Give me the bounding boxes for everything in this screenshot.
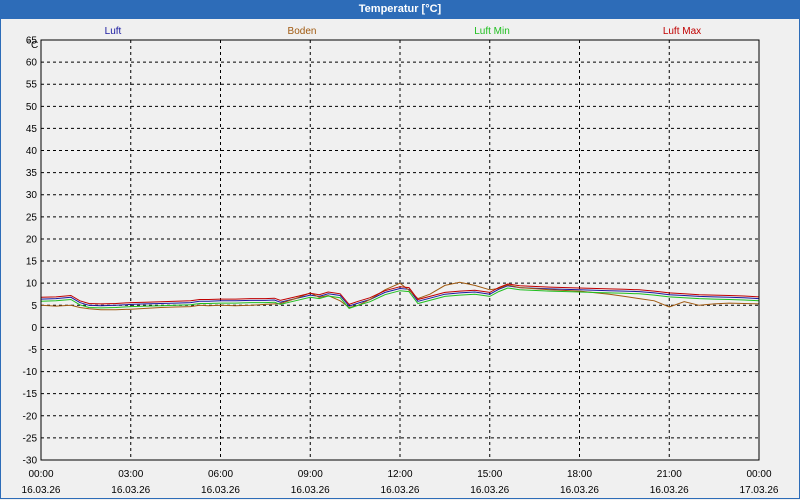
y-axis-unit: °C [27,40,38,51]
y-tick-label: -10 [23,367,38,378]
y-tick-label: 40 [26,146,38,157]
x-tick-time: 18:00 [567,469,592,480]
legend-item-boden: Boden [288,26,317,37]
x-tick-time: 09:00 [298,469,323,480]
temperature-chart: 65605550454035302520151050-5-10-15-20-25… [22,26,779,496]
x-tick-date: 16.03.26 [650,485,689,496]
y-tick-label: 55 [26,80,38,91]
x-tick-date: 16.03.26 [291,485,330,496]
y-tick-label: 35 [26,168,38,179]
legend-item-luft-min: Luft Min [474,26,510,37]
y-tick-label: 0 [31,323,37,334]
grid [41,39,759,460]
x-tick-time: 00:00 [28,469,53,480]
legend: Luft Boden Luft Min Luft Max [105,26,702,37]
y-tick-label: 50 [26,102,38,113]
x-tick-time: 21:00 [657,469,682,480]
y-tick-label: 60 [26,58,38,69]
y-tick-label: 30 [26,190,38,201]
x-tick-date: 16.03.26 [470,485,509,496]
x-tick-date: 17.03.26 [740,485,779,496]
x-tick-time: 03:00 [118,469,143,480]
y-tick-label: 25 [26,212,38,223]
y-tick-label: -30 [23,456,38,467]
y-tick-label: 45 [26,124,38,135]
y-axis-labels: 65605550454035302520151050-5-10-15-20-25… [23,36,38,467]
x-tick-time: 00:00 [746,469,771,480]
y-tick-label: 5 [31,301,37,312]
x-tick-date: 16.03.26 [381,485,420,496]
legend-item-luft-max: Luft Max [663,26,701,37]
x-axis-labels: 00:00 16.03.26 03:00 16.03.26 06:00 16.03.26 0… [22,469,779,496]
y-tick-label: -15 [23,389,38,400]
series-line-luft [40,285,760,307]
y-tick-label: -20 [23,411,38,422]
x-tick-time: 15:00 [477,469,502,480]
y-tick-label: -5 [28,345,37,356]
y-tick-label: 20 [26,234,38,245]
x-tick-date: 16.03.26 [201,485,240,496]
y-tick-label: 15 [26,257,38,268]
x-tick-time: 12:00 [387,469,412,480]
x-tick-date: 16.03.26 [560,485,599,496]
y-tick-label: -25 [23,433,38,444]
x-tick-date: 16.03.26 [22,485,61,496]
y-tick-label: 10 [26,279,38,290]
legend-item-luft: Luft [105,26,122,37]
x-tick-time: 06:00 [208,469,233,480]
x-tick-date: 16.03.26 [111,485,150,496]
